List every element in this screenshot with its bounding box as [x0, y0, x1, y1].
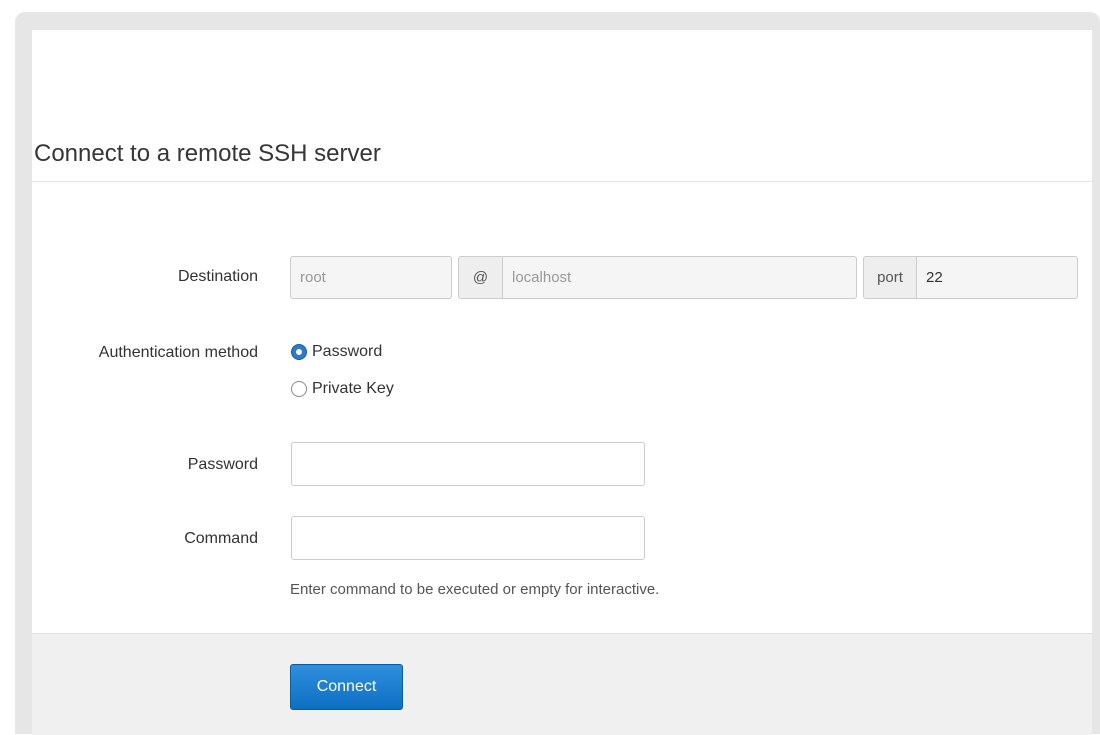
connect-button[interactable]: Connect [290, 664, 403, 710]
password-field[interactable] [291, 442, 645, 486]
user-input[interactable]: root [290, 256, 452, 299]
dialog-footer: Connect [32, 633, 1092, 735]
command-field[interactable] [291, 516, 645, 560]
destination-label: Destination [177, 268, 258, 285]
command-help-text: Enter command to be executed or empty fo… [290, 581, 660, 598]
auth-method-label: Authentication method [98, 344, 258, 361]
port-input[interactable]: 22 [916, 256, 1078, 299]
auth-option-private-key[interactable]: Private Key [291, 380, 394, 398]
host-input-placeholder: localhost [512, 269, 572, 286]
ssh-dialog: Connect to a remote SSH server Destinati… [32, 30, 1092, 735]
at-addon: @ [458, 256, 503, 299]
auth-option-password[interactable]: Password [291, 343, 382, 361]
auth-option-password-label: Password [312, 343, 383, 360]
host-input[interactable]: localhost [502, 256, 857, 299]
auth-option-private-key-label: Private Key [312, 380, 394, 397]
radio-unchecked-icon[interactable] [291, 381, 307, 397]
title-divider [32, 181, 1092, 182]
command-label: Command [184, 530, 258, 547]
dialog-title: Connect to a remote SSH server [34, 140, 381, 167]
user-input-placeholder: root [300, 269, 326, 286]
password-label: Password [187, 456, 258, 473]
port-input-value: 22 [926, 269, 943, 286]
radio-checked-icon[interactable] [291, 344, 307, 360]
port-addon: port [863, 256, 917, 299]
